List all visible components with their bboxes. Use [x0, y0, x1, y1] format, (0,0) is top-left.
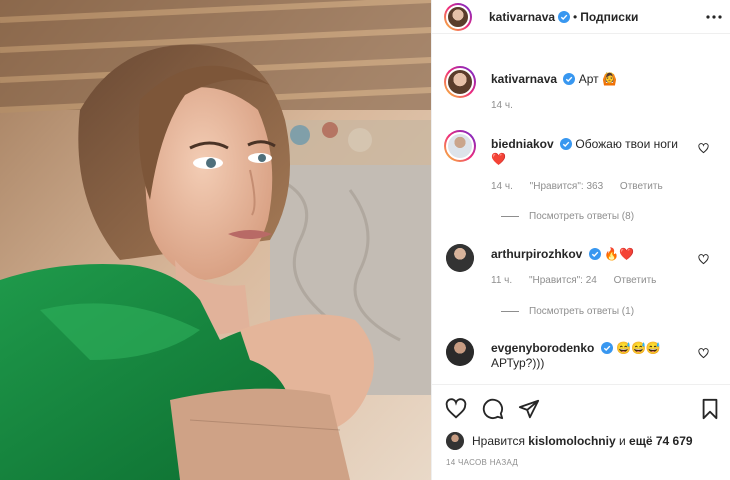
- liker-avatar[interactable]: [446, 432, 464, 450]
- liker-username[interactable]: kislomolochniy: [528, 434, 615, 448]
- post-photo[interactable]: [0, 0, 431, 480]
- following-button[interactable]: Подписки: [580, 10, 638, 24]
- view-replies-label: Посмотреть ответы (1): [529, 306, 635, 317]
- commenter-avatar[interactable]: [446, 338, 474, 366]
- verified-badge-icon: [588, 248, 601, 260]
- comment-username[interactable]: evgenyborodenko: [491, 341, 594, 355]
- comment-emoji: 🔥❤️: [604, 247, 634, 261]
- likes-conjunction: и: [619, 434, 626, 448]
- post-actions: Нравится kislomolochniy и ещё 74 679 14 …: [432, 384, 730, 480]
- divider-line: [501, 311, 519, 312]
- comment-time[interactable]: 14 ч.: [491, 181, 513, 192]
- verified-badge-icon: [560, 138, 573, 150]
- view-replies-button[interactable]: Посмотреть ответы (1): [501, 306, 634, 317]
- separator-dot: •: [573, 10, 578, 24]
- post-time-ago[interactable]: 14 ЧАСОВ НАЗАД: [446, 458, 518, 467]
- commenter-avatar[interactable]: [446, 244, 474, 272]
- comment-emoji: 😅😅😅: [616, 341, 661, 355]
- comment-likes[interactable]: "Нравится": 24: [529, 275, 597, 286]
- post-image: [0, 0, 431, 480]
- comment-time[interactable]: 11 ч.: [491, 275, 512, 286]
- verified-badge-icon: [558, 11, 571, 23]
- author-avatar[interactable]: [444, 3, 472, 31]
- comment-emoji: ❤️: [491, 152, 506, 166]
- bookmark-save-icon[interactable]: [699, 398, 721, 420]
- view-replies-label: Посмотреть ответы (8): [529, 211, 635, 222]
- comment-text-line2: АРТур?))): [491, 356, 545, 370]
- share-send-icon[interactable]: [518, 398, 540, 420]
- caption-text: Арт: [578, 72, 599, 86]
- more-horizontal-icon: [706, 15, 722, 19]
- verified-badge-icon: [600, 342, 613, 354]
- likes-summary: Нравится kislomolochniy и ещё 74 679: [446, 432, 693, 450]
- caption-avatar[interactable]: [444, 66, 476, 98]
- caption-username[interactable]: kativarnava: [491, 72, 557, 86]
- likes-prefix: Нравится: [472, 434, 525, 448]
- likes-count[interactable]: ещё 74 679: [629, 434, 693, 448]
- comment-bubble-icon[interactable]: [482, 398, 504, 420]
- like-heart-icon[interactable]: [445, 398, 467, 420]
- comment-username[interactable]: biedniakov: [491, 137, 554, 151]
- caption-time[interactable]: 14 ч.: [491, 100, 513, 111]
- post-detail-panel: kativarnava • Подписки kativarnava Арт 🙆…: [431, 0, 730, 480]
- author-username[interactable]: kativarnava: [489, 10, 555, 24]
- comment-likes[interactable]: "Нравится": 363: [530, 181, 603, 192]
- post-header: kativarnava • Подписки: [432, 0, 730, 34]
- like-comment-heart-icon[interactable]: [698, 348, 709, 359]
- reply-button[interactable]: Ответить: [614, 275, 657, 286]
- verified-badge-icon: [563, 73, 576, 85]
- caption-emoji: 🙆: [602, 72, 617, 86]
- comment-username[interactable]: arthurpirozhkov: [491, 247, 582, 261]
- view-replies-button[interactable]: Посмотреть ответы (8): [501, 211, 634, 222]
- like-comment-heart-icon[interactable]: [698, 254, 709, 265]
- commenter-avatar[interactable]: [444, 130, 476, 162]
- reply-button[interactable]: Ответить: [620, 181, 663, 192]
- more-options-button[interactable]: [705, 8, 723, 26]
- like-comment-heart-icon[interactable]: [698, 143, 709, 154]
- comment-text: Обожаю твои ноги: [575, 137, 678, 151]
- divider-line: [501, 216, 519, 217]
